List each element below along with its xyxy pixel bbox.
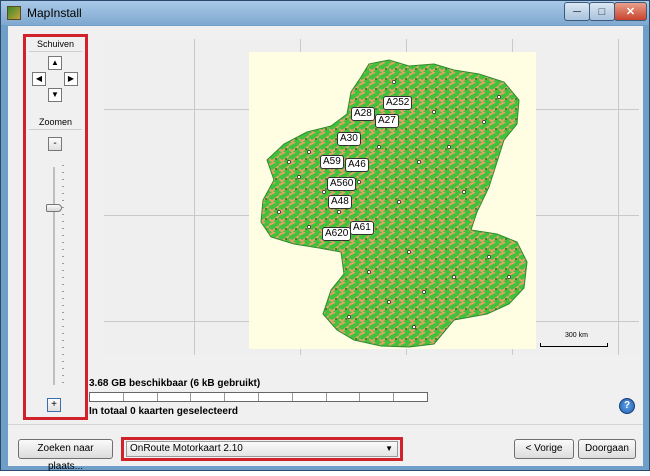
zoom-slider-thumb[interactable] (46, 204, 62, 212)
map-product-select[interactable]: OnRoute Motorkaart 2.10 ▼ (126, 441, 398, 457)
map-product-value: OnRoute Motorkaart 2.10 (130, 443, 243, 454)
maximize-button[interactable]: □ (589, 2, 615, 21)
app-window: MapInstall ─ □ ✕ A28 A252 A27 A30 A59 A4… (0, 0, 650, 472)
road-label: A27 (375, 114, 399, 128)
progress-segment (225, 393, 259, 401)
road-label: A28 (351, 107, 375, 121)
pan-left-button[interactable]: ◀ (32, 72, 46, 86)
map-select-highlight: OnRoute Motorkaart 2.10 ▼ (121, 437, 403, 461)
pan-right-button[interactable]: ▶ (64, 72, 78, 86)
footer-divider (8, 424, 643, 425)
progress-segment (90, 393, 124, 401)
road-label: A620 (322, 227, 352, 241)
progress-segment (158, 393, 192, 401)
maximize-icon: □ (598, 5, 606, 18)
arrow-left-icon: ◀ (35, 74, 43, 83)
storage-progress-bar (89, 392, 428, 402)
selection-status: In totaal 0 kaarten geselecteerd (89, 406, 238, 417)
next-button[interactable]: Doorgaan (578, 439, 636, 459)
road-label: A61 (350, 221, 374, 235)
progress-segment (293, 393, 327, 401)
scale-bar: 300 km (540, 332, 608, 347)
scale-label: 300 km (565, 332, 588, 339)
road-label: A560 (327, 177, 357, 191)
zoom-in-button[interactable]: + (47, 398, 61, 412)
pan-up-button[interactable]: ▲ (48, 56, 62, 70)
road-label: A46 (345, 158, 369, 172)
close-icon: ✕ (625, 6, 636, 18)
zoom-slider-track[interactable] (53, 167, 55, 385)
storage-status: 3.68 GB beschikbaar (6 kB gebruikt) (89, 378, 261, 389)
help-button[interactable]: ? (619, 398, 635, 414)
back-button[interactable]: < Vorige (514, 439, 574, 459)
navigation-panel: Schuiven ▲ ◀ ▶ ▼ Zoomen - + (23, 34, 88, 420)
arrow-up-icon: ▲ (51, 58, 59, 67)
zoom-slider-ticks (62, 165, 64, 387)
title-bar[interactable]: MapInstall ─ □ ✕ (1, 1, 649, 25)
progress-segment (327, 393, 361, 401)
scroll-group-divider (29, 51, 82, 52)
road-label: A30 (337, 132, 361, 146)
minimize-button[interactable]: ─ (564, 2, 590, 21)
pan-down-button[interactable]: ▼ (48, 88, 62, 102)
zoom-group-divider (29, 129, 82, 130)
road-label: A48 (328, 195, 352, 209)
road-label: A59 (320, 155, 344, 169)
progress-segment (394, 393, 427, 401)
map-canvas[interactable]: A28 A252 A27 A30 A59 A46 A560 A48 A61 A6… (249, 52, 536, 349)
map-view[interactable]: A28 A252 A27 A30 A59 A46 A560 A48 A61 A6… (104, 39, 639, 355)
zoom-out-button[interactable]: - (48, 137, 62, 151)
scroll-group-label: Schuiven (36, 39, 75, 49)
progress-segment (191, 393, 226, 401)
progress-segment (360, 393, 395, 401)
grid-line (194, 39, 195, 355)
close-button[interactable]: ✕ (614, 2, 647, 21)
chevron-down-icon: ▼ (385, 444, 393, 453)
search-place-button[interactable]: Zoeken naar plaats... (18, 439, 113, 472)
help-icon: ? (623, 400, 631, 411)
minimize-icon: ─ (573, 5, 581, 18)
arrow-right-icon: ▶ (67, 74, 75, 83)
window-title: MapInstall (27, 6, 82, 20)
client-area: A28 A252 A27 A30 A59 A46 A560 A48 A61 A6… (8, 26, 643, 472)
grid-line (618, 39, 619, 355)
arrow-down-icon: ▼ (51, 90, 59, 99)
progress-segment (259, 393, 293, 401)
progress-segment (124, 393, 158, 401)
scale-line (540, 343, 608, 347)
road-label: A252 (383, 96, 413, 110)
mapinstall-icon (7, 6, 21, 20)
zoom-group-label: Zoomen (38, 117, 73, 127)
